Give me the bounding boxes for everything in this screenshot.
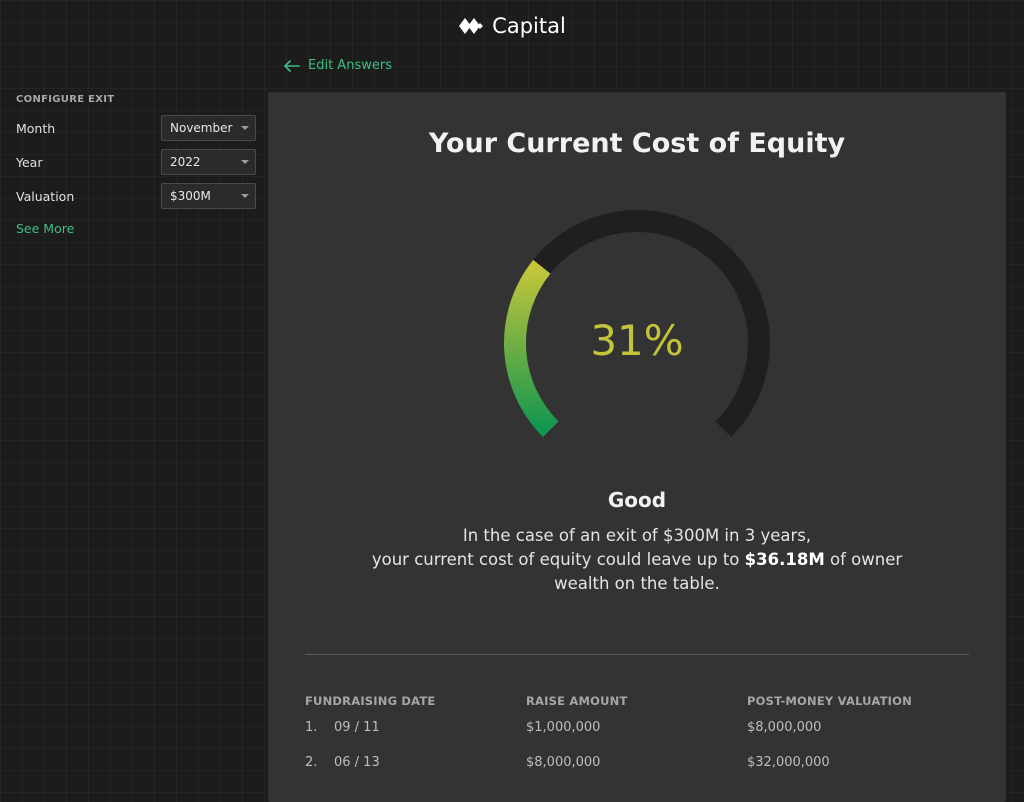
configure-exit-title: CONFIGURE EXIT bbox=[16, 94, 115, 105]
rating-label: Good bbox=[607, 488, 667, 512]
summary-text: In the case of an exit of $300M in 3 yea… bbox=[358, 524, 916, 596]
row-index: 2. bbox=[305, 755, 318, 770]
summary-line-2-pre: your current cost of equity could leave … bbox=[371, 550, 740, 569]
header-fundraising-date: FUNDRAISING DATE bbox=[305, 694, 436, 708]
month-value: November bbox=[170, 121, 233, 135]
year-row: Year 2022 bbox=[16, 149, 256, 175]
summary-line-3: wealth on the table. bbox=[554, 574, 720, 593]
row-date: 09 / 11 bbox=[334, 720, 380, 735]
caret-down-icon bbox=[241, 126, 249, 130]
summary-line-2-post: of owner bbox=[830, 550, 903, 569]
capital-logo-icon bbox=[459, 18, 484, 34]
edit-answers-label: Edit Answers bbox=[308, 58, 392, 73]
header-post-money-valuation: POST-MONEY VALUATION bbox=[747, 694, 912, 708]
fundraising-table: FUNDRAISING DATE RAISE AMOUNT POST-MONEY… bbox=[305, 694, 969, 770]
month-select[interactable]: November bbox=[161, 115, 256, 141]
valuation-select[interactable]: $300M bbox=[161, 183, 256, 209]
summary-line-1: In the case of an exit of $300M in 3 yea… bbox=[462, 526, 812, 545]
cell-raise: $1,000,000 bbox=[526, 720, 601, 735]
cost-of-equity-card: Your Current Cost of Equity 31% Good In … bbox=[268, 92, 1006, 802]
page-title: Your Current Cost of Equity bbox=[428, 128, 846, 159]
table-row: 1. 09 / 11 $1,000,000 $8,000,000 bbox=[305, 720, 969, 735]
row-date: 06 / 13 bbox=[334, 755, 380, 770]
row-index: 1. bbox=[305, 720, 318, 735]
cell-date: 1. 09 / 11 bbox=[305, 720, 526, 735]
year-select[interactable]: 2022 bbox=[161, 149, 256, 175]
caret-down-icon bbox=[241, 194, 249, 198]
cell-raise: $8,000,000 bbox=[526, 755, 601, 770]
cell-date: 2. 06 / 13 bbox=[305, 755, 526, 770]
brand-logo: Capital bbox=[0, 14, 1024, 38]
month-label: Month bbox=[16, 120, 56, 136]
table-row: 2. 06 / 13 $8,000,000 $32,000,000 bbox=[305, 755, 969, 770]
table-header: FUNDRAISING DATE RAISE AMOUNT POST-MONEY… bbox=[305, 694, 969, 708]
year-value: 2022 bbox=[170, 155, 201, 169]
gauge-value: 31% bbox=[590, 316, 684, 365]
divider bbox=[305, 654, 969, 655]
valuation-value: $300M bbox=[170, 189, 211, 203]
edit-answers-link[interactable]: Edit Answers bbox=[284, 58, 392, 73]
summary-line-2: your current cost of equity could leave … bbox=[358, 548, 916, 572]
summary-amount: $36.18M bbox=[744, 550, 825, 569]
cell-valuation: $32,000,000 bbox=[747, 755, 830, 770]
month-row: Month November bbox=[16, 115, 256, 141]
valuation-label: Valuation bbox=[16, 188, 75, 204]
configure-exit-panel: CONFIGURE EXIT Month November Year 2022 … bbox=[16, 94, 256, 236]
cell-valuation: $8,000,000 bbox=[747, 720, 822, 735]
see-more-link[interactable]: See More bbox=[16, 221, 256, 236]
valuation-row: Valuation $300M bbox=[16, 183, 256, 209]
brand-name: Capital bbox=[492, 14, 566, 38]
year-label: Year bbox=[16, 154, 43, 170]
arrow-left-icon bbox=[284, 59, 300, 72]
header-raise-amount: RAISE AMOUNT bbox=[526, 694, 628, 708]
caret-down-icon bbox=[241, 160, 249, 164]
